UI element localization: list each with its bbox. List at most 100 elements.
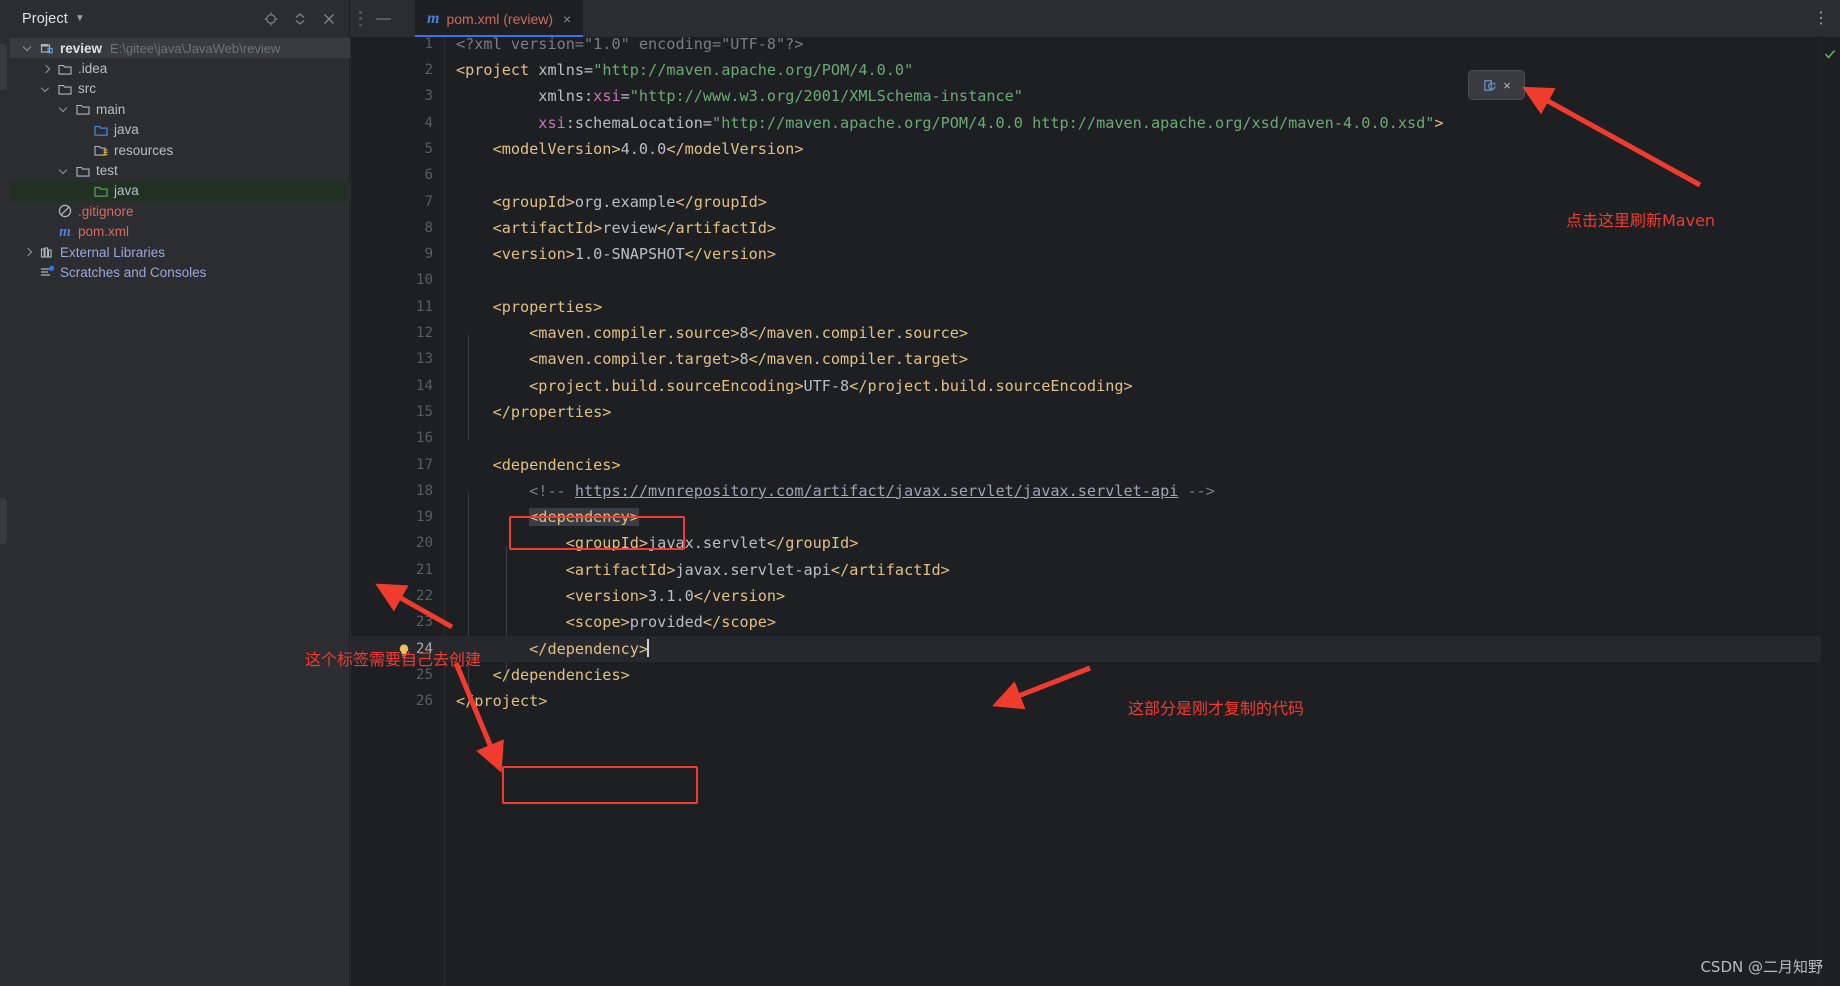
analysis-gutter[interactable] xyxy=(1821,37,1840,986)
tree-row--gitignore[interactable]: .gitignore xyxy=(10,201,350,221)
code-line-13[interactable]: 13 <maven.compiler.target>8</maven.compi… xyxy=(351,346,1840,372)
tree-row-external-libraries[interactable]: External Libraries xyxy=(10,242,350,262)
close-icon[interactable] xyxy=(321,11,337,27)
code-line-26[interactable]: 26</project> xyxy=(351,688,1840,714)
code-line-23[interactable]: 23 <scope>provided</scope> xyxy=(351,609,1840,635)
tree-spacer xyxy=(40,225,53,238)
line-number: 13 xyxy=(351,346,433,372)
chevron-down-icon[interactable] xyxy=(58,103,71,116)
tree-node-label: java xyxy=(114,183,139,198)
code-line-6[interactable]: 6 xyxy=(351,162,1840,188)
code-line-9[interactable]: 9 <version>1.0-SNAPSHOT</version> xyxy=(351,241,1840,267)
code-lines[interactable]: 1<?xml version="1.0" encoding="UTF-8"?>2… xyxy=(351,37,1840,986)
code-line-24[interactable]: 24 </dependency> xyxy=(351,636,1840,662)
tree-row-java[interactable]: java xyxy=(10,120,350,140)
code-line-19[interactable]: 19 <dependency> xyxy=(351,504,1840,530)
code-text: </dependencies> xyxy=(456,662,1840,688)
line-number: 26 xyxy=(351,688,433,714)
line-number: 20 xyxy=(351,530,433,556)
tabbar-right-controls: ⋮ xyxy=(1813,0,1840,37)
tool-window-nub-project[interactable] xyxy=(0,44,7,90)
editor-tab-pom-xml[interactable]: m pom.xml (review) × xyxy=(415,0,583,37)
tree-node-label: .gitignore xyxy=(78,204,134,219)
tree-spacer xyxy=(40,205,53,218)
line-number: 6 xyxy=(351,162,433,188)
code-line-22[interactable]: 22 <version>3.1.0</version> xyxy=(351,583,1840,609)
code-line-4[interactable]: 4 xsi:schemaLocation="http://maven.apach… xyxy=(351,110,1840,136)
module-icon xyxy=(39,40,55,56)
code-line-1[interactable]: 1<?xml version="1.0" encoding="UTF-8"?> xyxy=(351,37,1840,57)
chevron-down-icon[interactable] xyxy=(58,164,71,177)
code-line-10[interactable]: 10 xyxy=(351,267,1840,293)
code-line-14[interactable]: 14 <project.build.sourceEncoding>UTF-8</… xyxy=(351,373,1840,399)
line-number: 19 xyxy=(351,504,433,530)
chevron-right-icon[interactable] xyxy=(22,246,35,259)
tree-row-test[interactable]: test xyxy=(10,160,350,180)
tree-node-label: test xyxy=(96,163,118,178)
tree-row-scratches-and-consoles[interactable]: Scratches and Consoles xyxy=(10,262,350,282)
drag-handle-icon[interactable] xyxy=(359,11,362,26)
project-panel-title: Project xyxy=(22,11,68,27)
chevron-down-icon[interactable] xyxy=(40,82,53,95)
editor-tab-label: pom.xml (review) xyxy=(446,11,553,27)
kebab-menu-icon[interactable]: ⋮ xyxy=(1813,11,1829,27)
gitignore-icon xyxy=(57,203,73,219)
chevron-down-icon[interactable] xyxy=(22,42,35,55)
line-number: 23 xyxy=(351,609,433,635)
code-text: <maven.compiler.target>8</maven.compiler… xyxy=(456,346,1840,372)
ide-window: Project ▼ reviewE:\gitee\java\JavaWeb\re… xyxy=(0,0,1840,986)
code-line-17[interactable]: 17 <dependencies> xyxy=(351,452,1840,478)
project-tree: reviewE:\gitee\java\JavaWeb\review.ideas… xyxy=(10,38,350,283)
folder-icon xyxy=(75,101,91,117)
code-text: <maven.compiler.source>8</maven.compiler… xyxy=(456,320,1840,346)
tree-row-main[interactable]: main xyxy=(10,99,350,119)
code-line-18[interactable]: 18 <!-- https://mvnrepository.com/artifa… xyxy=(351,478,1840,504)
close-icon[interactable]: × xyxy=(1503,79,1511,92)
resource-root-icon xyxy=(93,142,109,158)
line-number: 4 xyxy=(351,110,433,136)
tool-window-nub-structure[interactable] xyxy=(0,498,7,544)
code-editor[interactable]: 1<?xml version="1.0" encoding="UTF-8"?>2… xyxy=(351,37,1840,986)
code-line-20[interactable]: 20 <groupId>javax.servlet</groupId> xyxy=(351,530,1840,556)
maven-reload-popup[interactable]: × xyxy=(1468,70,1525,100)
chevron-down-icon[interactable]: ▼ xyxy=(75,14,85,24)
locate-icon[interactable] xyxy=(263,11,279,27)
maven-reload-icon[interactable] xyxy=(1482,78,1497,93)
tree-node-label: External Libraries xyxy=(60,245,165,260)
minimize-icon[interactable] xyxy=(376,18,391,20)
code-line-16[interactable]: 16 xyxy=(351,425,1840,451)
close-icon[interactable]: × xyxy=(563,12,571,26)
code-line-21[interactable]: 21 <artifactId>javax.servlet-api</artifa… xyxy=(351,557,1840,583)
line-number: 2 xyxy=(351,57,433,83)
code-text: <dependencies> xyxy=(456,452,1840,478)
code-line-12[interactable]: 12 <maven.compiler.source>8</maven.compi… xyxy=(351,320,1840,346)
collapse-all-icon[interactable] xyxy=(292,11,308,27)
line-number: 21 xyxy=(351,557,433,583)
editor-area: m pom.xml (review) × ⋮ 1<?xml version="1… xyxy=(351,0,1840,986)
code-line-2[interactable]: 2<project xmlns="http://maven.apache.org… xyxy=(351,57,1840,83)
test-root-icon xyxy=(93,183,109,199)
folder-icon xyxy=(57,61,73,77)
annotation-copied-code: 这部分是刚才复制的代码 xyxy=(1128,695,1304,719)
code-line-5[interactable]: 5 <modelVersion>4.0.0</modelVersion> xyxy=(351,136,1840,162)
tree-node-label: Scratches and Consoles xyxy=(60,265,206,280)
tree-row-java[interactable]: java xyxy=(10,181,350,201)
code-line-25[interactable]: 25 </dependencies> xyxy=(351,662,1840,688)
code-text: <!-- https://mvnrepository.com/artifact/… xyxy=(456,478,1840,504)
tree-row-review[interactable]: reviewE:\gitee\java\JavaWeb\review xyxy=(10,38,350,58)
annotation-create-tag: 这个标签需要自己去创建 xyxy=(305,646,481,670)
tree-row-src[interactable]: src xyxy=(10,79,350,99)
tree-row--idea[interactable]: .idea xyxy=(10,58,350,78)
tree-node-path: E:\gitee\java\JavaWeb\review xyxy=(110,41,280,56)
line-number: 5 xyxy=(351,136,433,162)
tree-row-pom-xml[interactable]: mpom.xml xyxy=(10,222,350,242)
code-line-3[interactable]: 3 xmlns:xsi="http://www.w3.org/2001/XMLS… xyxy=(351,83,1840,109)
code-line-15[interactable]: 15 </properties> xyxy=(351,399,1840,425)
watermark: CSDN @二月知野 xyxy=(1700,956,1823,977)
chevron-right-icon[interactable] xyxy=(40,62,53,75)
code-text: </dependency> xyxy=(456,636,1840,662)
line-number: 8 xyxy=(351,215,433,241)
line-number: 12 xyxy=(351,320,433,346)
code-line-11[interactable]: 11 <properties> xyxy=(351,294,1840,320)
tree-row-resources[interactable]: resources xyxy=(10,140,350,160)
